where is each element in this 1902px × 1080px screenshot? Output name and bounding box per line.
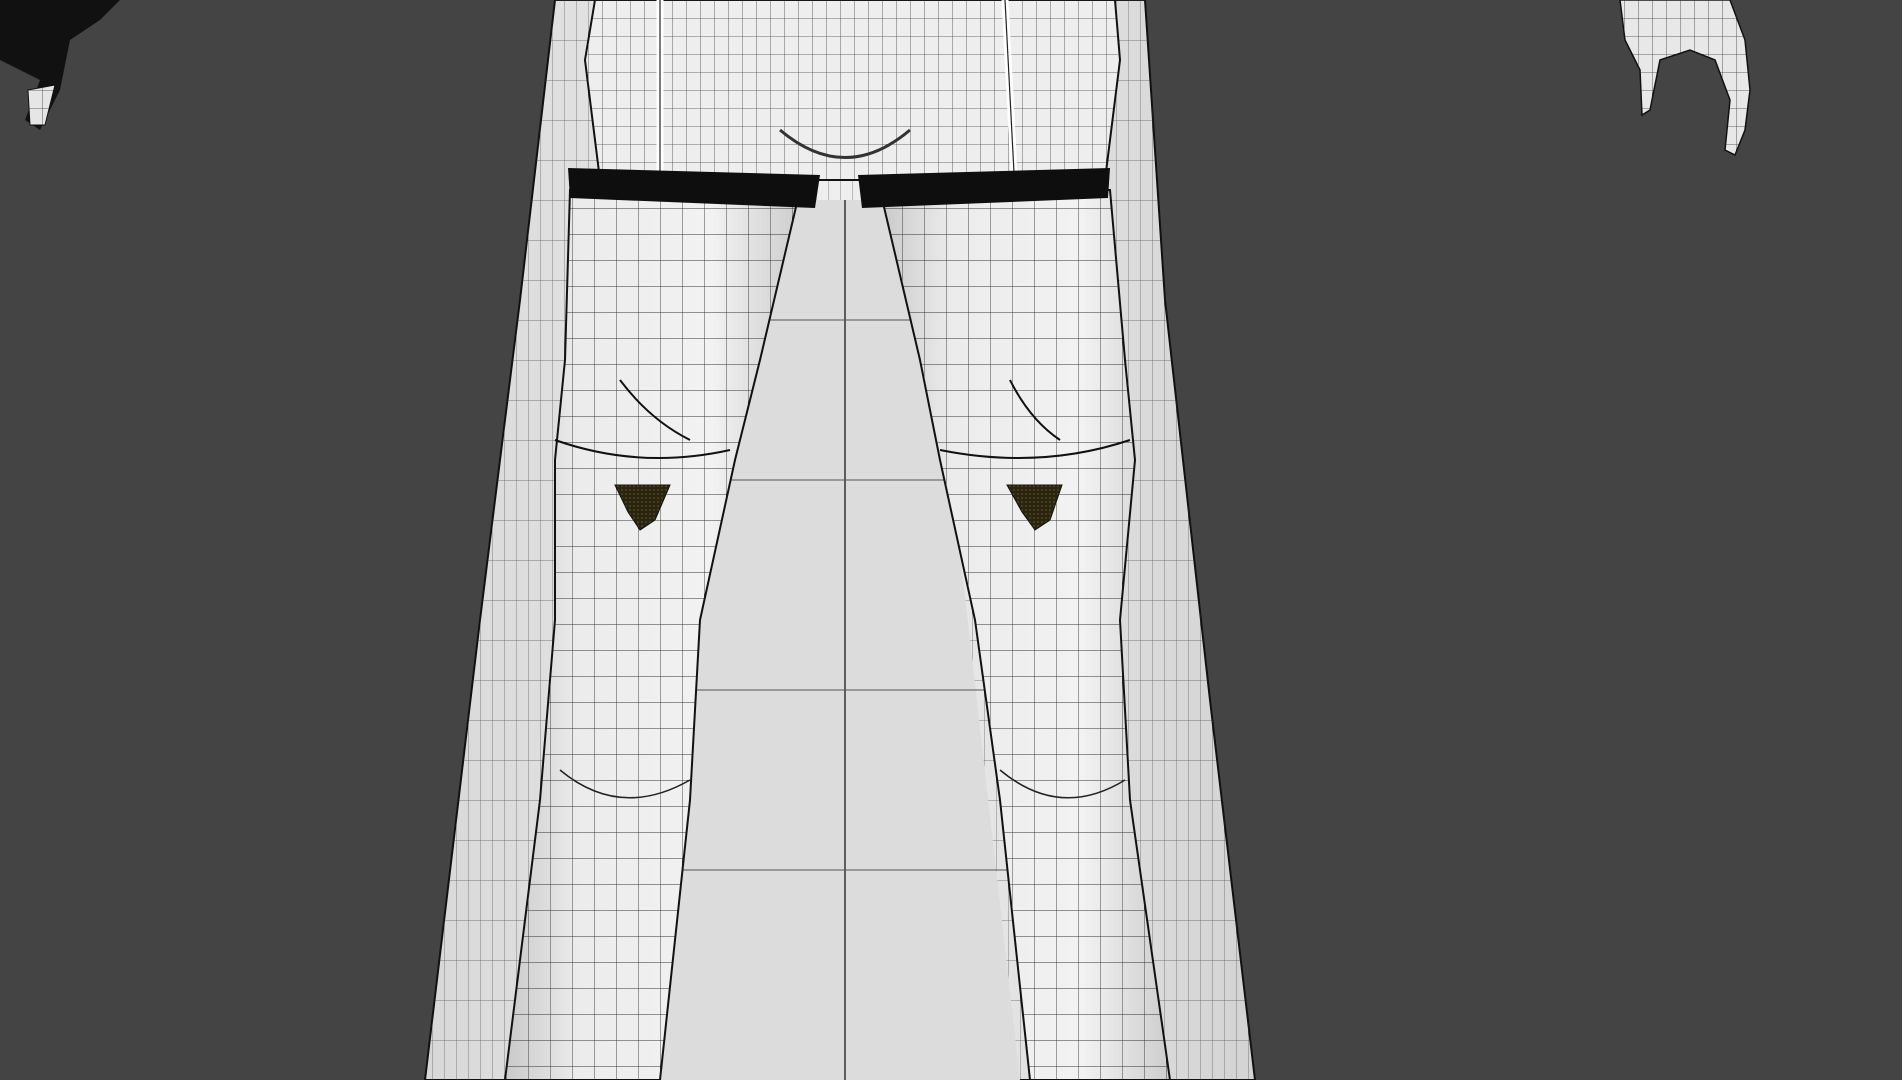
3d-viewport[interactable] (0, 0, 1902, 1080)
right-hand[interactable] (1619, 0, 1751, 157)
viewport-scene[interactable] (0, 0, 1902, 1080)
left-hand[interactable] (0, 0, 120, 130)
